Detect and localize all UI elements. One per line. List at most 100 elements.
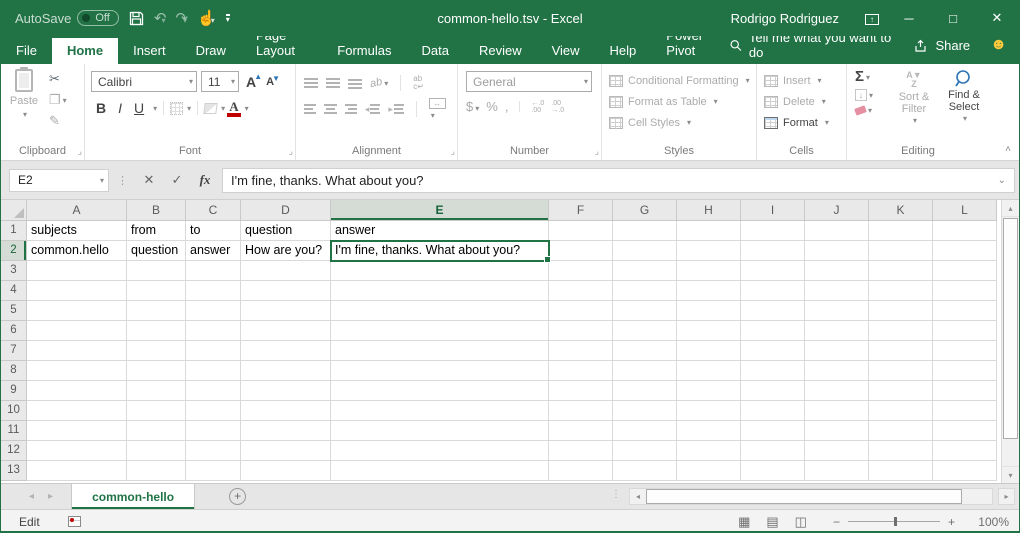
conditional-formatting-button[interactable]: Conditional Formatting▾ <box>609 72 756 89</box>
cell-I2[interactable] <box>741 241 805 261</box>
cell-I4[interactable] <box>741 281 805 301</box>
cell-J11[interactable] <box>805 421 869 441</box>
cell-F9[interactable] <box>549 381 613 401</box>
horizontal-scroll-thumb[interactable] <box>646 489 962 504</box>
cell-K5[interactable] <box>869 301 933 321</box>
cell-C12[interactable] <box>186 441 241 461</box>
scroll-right-icon[interactable]: ▸ <box>998 488 1015 505</box>
cell-D2[interactable]: How are you? <box>241 241 331 261</box>
cell-G7[interactable] <box>613 341 677 361</box>
cell-I5[interactable] <box>741 301 805 321</box>
font-color-dropdown[interactable]: ▾ <box>245 104 249 113</box>
cell-B4[interactable] <box>127 281 186 301</box>
cell-C7[interactable] <box>186 341 241 361</box>
cell-J12[interactable] <box>805 441 869 461</box>
sheet-tab-common-hello[interactable]: common-hello <box>71 484 195 509</box>
save-icon[interactable] <box>129 11 144 26</box>
cell-J2[interactable] <box>805 241 869 261</box>
align-left-button[interactable] <box>304 104 316 115</box>
borders-icon[interactable] <box>170 102 183 115</box>
page-break-view-icon[interactable]: ◫ <box>795 514 807 530</box>
borders-dropdown[interactable]: ▾ <box>187 104 191 113</box>
cell-E10[interactable] <box>331 401 549 421</box>
format-cells-button[interactable]: Format▾ <box>764 114 846 131</box>
cell-F8[interactable] <box>549 361 613 381</box>
cell-L4[interactable] <box>933 281 997 301</box>
cell-A11[interactable] <box>27 421 127 441</box>
align-bottom-button[interactable] <box>348 78 362 89</box>
cell-K7[interactable] <box>869 341 933 361</box>
cell-K9[interactable] <box>869 381 933 401</box>
redo-icon[interactable]: ↷▾ <box>175 9 187 27</box>
cell-C13[interactable] <box>186 461 241 481</box>
cell-F4[interactable] <box>549 281 613 301</box>
cell-L5[interactable] <box>933 301 997 321</box>
comma-style-button[interactable]: , <box>505 99 509 114</box>
cell-J9[interactable] <box>805 381 869 401</box>
cell-K1[interactable] <box>869 221 933 241</box>
name-box[interactable]: E2▾ <box>9 169 109 192</box>
cell-K13[interactable] <box>869 461 933 481</box>
cell-G4[interactable] <box>613 281 677 301</box>
column-header-G[interactable]: G <box>613 200 677 221</box>
tab-help[interactable]: Help <box>595 38 652 64</box>
macro-record-icon[interactable] <box>68 516 81 527</box>
cell-G9[interactable] <box>613 381 677 401</box>
cell-C9[interactable] <box>186 381 241 401</box>
cell-H5[interactable] <box>677 301 741 321</box>
cell-G3[interactable] <box>613 261 677 281</box>
cell-J6[interactable] <box>805 321 869 341</box>
align-top-button[interactable] <box>304 78 318 89</box>
cell-J7[interactable] <box>805 341 869 361</box>
cell-D13[interactable] <box>241 461 331 481</box>
cell-A7[interactable] <box>27 341 127 361</box>
autosum-button[interactable]: Σ▾ <box>855 70 887 84</box>
find-select-button[interactable]: Find & Select▾ <box>941 69 987 127</box>
cell-E13[interactable] <box>331 461 549 481</box>
row-header-5[interactable]: 5 <box>1 301 27 321</box>
column-header-I[interactable]: I <box>741 200 805 221</box>
row-header-3[interactable]: 3 <box>1 261 27 281</box>
cell-G13[interactable] <box>613 461 677 481</box>
minimize-button[interactable]: ─ <box>887 0 931 36</box>
cell-E11[interactable] <box>331 421 549 441</box>
autosave-pill[interactable]: Off <box>77 10 118 26</box>
cell-C2[interactable]: answer <box>186 241 241 261</box>
new-sheet-button[interactable]: + <box>229 488 246 505</box>
cell-C6[interactable] <box>186 321 241 341</box>
number-dialog-launcher-icon[interactable]: ⌟ <box>595 146 599 157</box>
name-box-dropdown[interactable]: ▾ <box>100 176 104 185</box>
cell-C4[interactable] <box>186 281 241 301</box>
cell-E7[interactable] <box>331 341 549 361</box>
clear-button[interactable]: ▾ <box>855 106 887 115</box>
cell-H1[interactable] <box>677 221 741 241</box>
share-button[interactable]: Share <box>914 38 970 53</box>
scroll-down-icon[interactable]: ▾ <box>1002 466 1019 483</box>
cell-L9[interactable] <box>933 381 997 401</box>
cell-C5[interactable] <box>186 301 241 321</box>
zoom-out-icon[interactable]: − <box>833 515 840 529</box>
expand-formula-bar-icon[interactable]: ⌄ <box>998 175 1006 186</box>
cell-I8[interactable] <box>741 361 805 381</box>
collapse-ribbon-icon[interactable]: ˄ <box>1005 144 1011 155</box>
italic-button[interactable]: I <box>113 99 127 117</box>
row-header-1[interactable]: 1 <box>1 221 27 241</box>
prev-sheet-icon[interactable]: ◂ <box>29 491 34 502</box>
fill-color-icon[interactable] <box>203 103 218 114</box>
cell-C1[interactable]: to <box>186 221 241 241</box>
cell-L2[interactable] <box>933 241 997 261</box>
row-header-13[interactable]: 13 <box>1 461 27 481</box>
cell-G1[interactable] <box>613 221 677 241</box>
cell-I3[interactable] <box>741 261 805 281</box>
cell-G12[interactable] <box>613 441 677 461</box>
cell-L7[interactable] <box>933 341 997 361</box>
row-header-11[interactable]: 11 <box>1 421 27 441</box>
copy-button[interactable]: ❐▾ <box>49 92 67 108</box>
cell-F6[interactable] <box>549 321 613 341</box>
delete-cells-button[interactable]: Delete▾ <box>764 93 846 110</box>
cut-button[interactable]: ✂ <box>49 71 67 87</box>
feedback-smiley-icon[interactable]: ☻ <box>990 37 1007 53</box>
normal-view-icon[interactable]: ▦ <box>738 514 750 530</box>
cell-H11[interactable] <box>677 421 741 441</box>
cell-L3[interactable] <box>933 261 997 281</box>
